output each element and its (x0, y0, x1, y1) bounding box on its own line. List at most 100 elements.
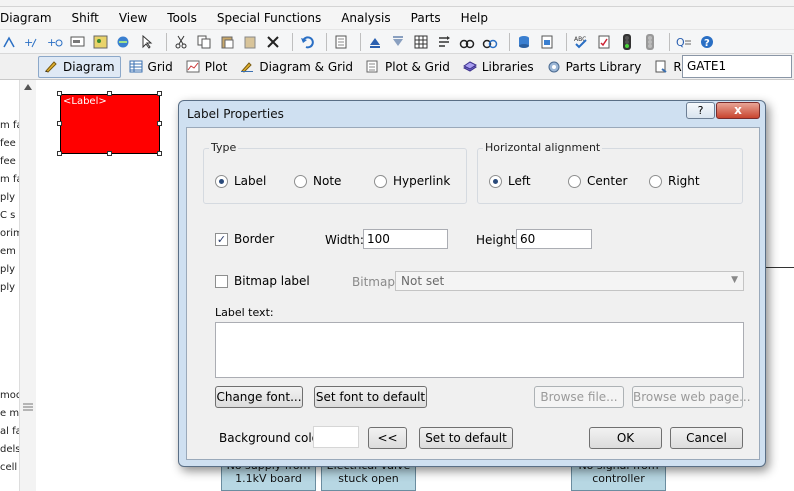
tree-item[interactable]: ply (0, 264, 15, 275)
change-font-button[interactable]: Change font... (215, 386, 303, 408)
type-radio-note[interactable]: Note (294, 174, 341, 188)
browse-web-page-button[interactable]: Browse web page... (632, 386, 751, 408)
spellcheck-icon[interactable]: ABC (572, 33, 589, 50)
dialog-close-button[interactable]: x (716, 102, 760, 119)
find-next-icon[interactable] (481, 33, 498, 50)
set-default-button[interactable]: Set to default (419, 427, 513, 449)
tab-plot[interactable]: Plot (181, 56, 233, 78)
tab-diagram[interactable]: Diagram (38, 55, 121, 78)
bitmap-select[interactable]: Not set ▼ (395, 271, 744, 291)
query-icon[interactable]: Q (675, 33, 692, 50)
menu-view[interactable]: View (119, 11, 147, 25)
add-node-icon[interactable] (0, 33, 17, 50)
halign-radio-right[interactable]: Right (649, 174, 700, 188)
copy-icon[interactable] (195, 33, 212, 50)
tree-item[interactable]: cell (0, 462, 17, 473)
label-text-label: Label text: (215, 306, 274, 319)
tab-plot-grid[interactable]: Plot & Grid (361, 56, 455, 78)
halign-radio-left[interactable]: Left (489, 174, 531, 188)
tab-grid-label: Grid (147, 59, 173, 74)
bg-color-swatch[interactable] (313, 426, 359, 448)
link-icon[interactable] (115, 33, 132, 50)
resize-handle[interactable] (57, 121, 62, 126)
properties-icon[interactable] (538, 33, 555, 50)
tree-item[interactable]: e m (0, 408, 19, 419)
diagram-grid-icon (241, 62, 254, 73)
view-tab-bar: Diagram Grid Plot Diagram & Grid Plot & … (0, 54, 794, 80)
dialog-help-button[interactable]: ? (686, 102, 715, 119)
cut-icon[interactable] (172, 33, 189, 50)
menu-help[interactable]: Help (461, 11, 488, 25)
pick-color-button[interactable]: << (368, 427, 407, 449)
menu-analysis[interactable]: Analysis (341, 11, 390, 25)
tree-item[interactable]: fee (0, 138, 16, 149)
left-panel-scrollbar[interactable] (19, 80, 36, 491)
move-down-icon[interactable] (389, 33, 406, 50)
paste-icon[interactable] (218, 33, 235, 50)
resize-handle[interactable] (107, 151, 112, 156)
resize-handle[interactable] (107, 91, 112, 96)
move-up-icon[interactable] (366, 33, 383, 50)
page-setup-icon[interactable] (332, 33, 349, 50)
help-icon[interactable]: ? (698, 33, 715, 50)
browse-file-button[interactable]: Browse file... (534, 386, 624, 408)
traffic-light-green-icon[interactable] (618, 33, 635, 50)
resize-handle[interactable] (57, 91, 62, 96)
menu-parts[interactable]: Parts (411, 11, 441, 25)
type-group-title: Type (209, 141, 239, 154)
undo-icon[interactable] (298, 33, 315, 50)
tab-grid[interactable]: Grid (124, 56, 178, 78)
toolbar-separator (166, 32, 167, 51)
tab-parts-library[interactable]: Parts Library (542, 56, 647, 78)
halign-radio-center[interactable]: Center (568, 174, 627, 188)
tab-diagram-grid[interactable]: Diagram & Grid (235, 56, 358, 78)
radio-label: Left (508, 174, 531, 188)
layout-icon[interactable] (435, 33, 452, 50)
type-radio-hyperlink[interactable]: Hyperlink (374, 174, 450, 188)
tree-item[interactable]: ply (0, 192, 15, 203)
menu-shift[interactable]: Shift (72, 11, 99, 25)
pencil-icon (45, 61, 57, 73)
menu-special-functions[interactable]: Special Functions (217, 11, 321, 25)
tree-item[interactable]: dels (0, 444, 21, 455)
ok-button[interactable]: OK (589, 427, 662, 449)
selected-label-shape[interactable]: <Label> (60, 94, 160, 154)
tree-item[interactable]: em (0, 246, 16, 257)
pointer-icon[interactable] (138, 33, 155, 50)
tab-libraries[interactable]: Libraries (458, 56, 539, 78)
border-checkbox[interactable]: ✓ Border (215, 232, 274, 246)
traffic-light-gray-icon[interactable] (641, 33, 658, 50)
tree-item[interactable]: ply (0, 282, 15, 293)
table-icon[interactable] (412, 33, 429, 50)
menu-tools[interactable]: Tools (167, 11, 197, 25)
image-icon[interactable] (92, 33, 109, 50)
label-text-input[interactable] (215, 322, 744, 378)
radio-label: Center (587, 174, 628, 188)
width-input[interactable]: 100 (363, 229, 448, 249)
find-icon[interactable] (458, 33, 475, 50)
menu-diagram[interactable]: Diagram (0, 11, 52, 25)
gate-name-field[interactable]: GATE1 (682, 55, 792, 78)
cancel-button[interactable]: Cancel (670, 427, 743, 449)
label-icon[interactable] (69, 33, 86, 50)
scroll-up-icon[interactable] (24, 84, 32, 90)
height-input[interactable]: 60 (516, 229, 592, 249)
delete-icon[interactable] (264, 33, 281, 50)
connector-line (766, 267, 794, 268)
validate-icon[interactable] (595, 33, 612, 50)
tree-item[interactable]: C s (0, 210, 15, 221)
type-radio-label[interactable]: Label (215, 174, 266, 188)
resize-handle[interactable] (57, 151, 62, 156)
resize-handle[interactable] (157, 91, 162, 96)
width-label: Width: (325, 233, 364, 247)
database-icon[interactable] (515, 33, 532, 50)
add-child-icon[interactable]: + (23, 33, 40, 50)
set-font-default-button[interactable]: Set font to default (314, 386, 427, 408)
resize-handle[interactable] (157, 121, 162, 126)
bitmap-label-checkbox[interactable]: Bitmap label (215, 274, 310, 288)
tree-item[interactable]: fee (0, 156, 16, 167)
add-sibling-icon[interactable]: + (46, 33, 63, 50)
svg-text:+: + (24, 36, 33, 49)
resize-handle[interactable] (157, 151, 162, 156)
paste-special-icon[interactable] (241, 33, 258, 50)
